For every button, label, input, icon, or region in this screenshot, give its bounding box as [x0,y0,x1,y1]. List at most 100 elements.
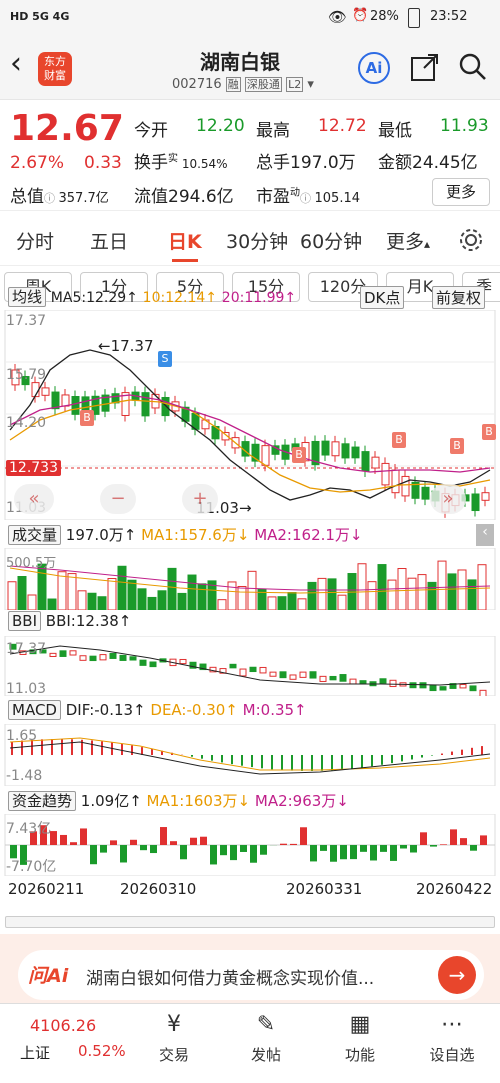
network-indicators: HD 5G 4G [10,10,70,23]
scroll-left-button[interactable]: « [14,484,54,514]
buy-signal[interactable]: B [482,424,496,440]
fund-bar [120,845,127,863]
fund-bar [420,832,427,845]
tab-30min[interactable]: 30分钟 [226,227,288,254]
sell-signal[interactable]: S [158,351,172,367]
candle-body [341,443,350,459]
date-label: 20260331 [286,880,363,898]
candle-body [481,492,490,501]
bbi-candle [339,674,347,682]
fund-bar [140,845,147,851]
index-value[interactable]: 4106.26 [30,1016,96,1035]
bbi-candle [59,650,67,657]
nav-trade[interactable]: ¥ 交易 [134,1012,214,1065]
volume-y-top: 500.5万 [6,556,57,571]
volume-legend: 成交量 197.0万↑ MA1:157.6万↓ MA2:162.1万↓ [8,524,363,545]
open-value: 12.20 [196,116,245,136]
buy-signal[interactable]: B [80,410,94,426]
adjust-select[interactable]: 前复权 [432,286,486,309]
candle-body [381,462,390,486]
volume-bar [417,574,427,610]
volume-bar [457,569,467,610]
nav-functions[interactable]: ▦ 功能 [320,1012,400,1065]
change-percent: 2.67% [10,153,65,173]
tab-intraday[interactable]: 分时 [16,227,54,254]
nav-watchlist[interactable]: ⋯ 设自选 [412,1012,492,1065]
buy-signal[interactable]: B [450,438,464,454]
volume-bar [137,588,147,610]
margin-tag: 融 [225,77,241,92]
macd-y-top: 1.65 [6,728,38,744]
fund-bar [340,845,347,860]
dk-point-select[interactable]: DK点 [360,286,405,309]
fund-bar [150,845,157,854]
back-arrow-icon[interactable]: ‹ [10,46,22,81]
chart-scrollbar[interactable] [5,916,495,928]
dropdown-arrow-icon[interactable]: ▾ [307,77,314,92]
more-button[interactable]: 更多 [432,178,490,206]
bbi-candle [239,668,247,677]
fund-bar [320,845,327,851]
fund-bar [90,845,97,865]
index-percent[interactable]: 0.52% [78,1042,126,1060]
indicator-select[interactable]: 均线 [8,287,47,307]
bbi-candle [89,655,97,662]
fund-bar [360,845,367,852]
fund-bar [430,845,437,847]
alarm-icon: ⏰ [352,8,369,23]
bbi-select[interactable]: BBI [8,611,42,631]
bbi-candle [389,679,397,688]
candlestick-chart[interactable] [0,310,500,520]
bbi-candle [269,671,277,677]
fund-bar [480,835,487,845]
bbi-candle [479,689,487,696]
fund-select[interactable]: 资金趋势 [8,791,77,811]
collapse-icon[interactable]: ‹ [476,524,494,546]
zoom-in-button[interactable]: + [182,484,218,514]
fund-bar [170,841,177,845]
bbi-candle [289,674,297,680]
edit-icon: ✎ [256,1012,276,1037]
settings-gear-icon[interactable] [458,227,484,253]
tab-more[interactable]: 更多▴ [386,227,430,254]
buy-signal[interactable]: B [392,432,406,448]
turnover: 换手实 10.54% [134,153,228,173]
buy-signal[interactable]: B [292,447,306,463]
macd-select[interactable]: MACD [8,700,61,720]
ask-ai-bar[interactable]: 问Ai 湖南白银如何借力黄金概念实现价值... → [18,950,484,1000]
index-name[interactable]: 上证 [20,1042,50,1063]
bbi-candle [349,678,357,685]
volume-bar [47,598,57,610]
candle-body [361,451,370,472]
volume-bar [187,574,197,610]
volume-bar [27,594,37,610]
tab-daily-k[interactable]: 日K [168,227,202,254]
candle-body [41,387,50,396]
scroll-right-button[interactable]: » [430,484,466,514]
volume-bar [397,568,407,610]
tab-60min[interactable]: 60分钟 [300,227,362,254]
volume-bar [287,592,297,610]
fund-bar [400,845,407,849]
nav-post[interactable]: ✎ 发帖 [226,1012,306,1065]
candle-body [421,486,430,500]
ai-button[interactable]: Ai [358,52,390,84]
zoom-out-button[interactable]: − [100,484,136,514]
candle-body [71,396,80,415]
fund-bar [350,845,357,860]
fund-bar [380,845,387,852]
volume-bar [197,583,207,610]
macd-chart [4,724,496,786]
arrow-right-icon[interactable]: → [438,956,476,994]
fund-bar [180,845,187,860]
fund-legend: 资金趋势 1.09亿↑ MA1:1603万↓ MA2:963万↓ [8,790,349,811]
search-icon[interactable] [458,52,488,82]
fund-bar [310,845,317,862]
high-value: 12.72 [318,116,367,136]
stock-name: 湖南白银 [200,50,280,74]
bbi-candle [109,653,117,659]
share-icon[interactable] [410,52,440,82]
tab-five-day[interactable]: 五日 [90,227,128,254]
volume-select[interactable]: 成交量 [8,525,62,545]
pe-ratio: 市盈动ⓘ 105.14 [256,187,360,207]
